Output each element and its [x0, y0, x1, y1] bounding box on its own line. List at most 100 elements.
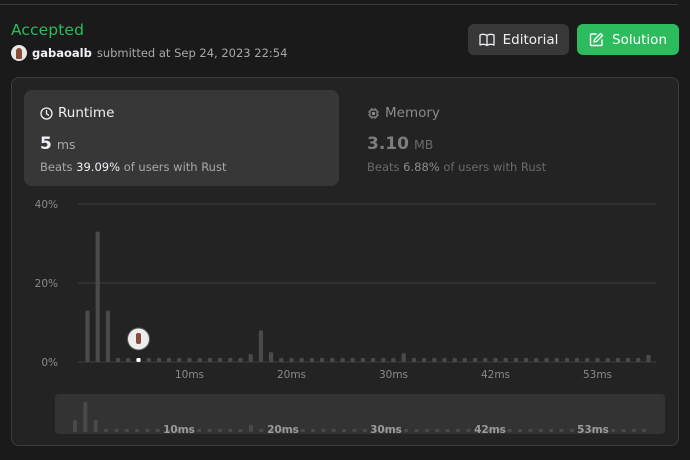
overview-bar [342, 429, 347, 432]
distribution-bar[interactable] [391, 358, 396, 362]
distribution-bar[interactable] [544, 358, 549, 362]
distribution-bar[interactable] [371, 358, 376, 362]
overview-tick-label: 30ms [370, 424, 402, 436]
overview-bar [642, 429, 647, 432]
overview-bar [538, 429, 543, 432]
distribution-bar[interactable] [473, 358, 478, 362]
overview-bar [528, 429, 533, 432]
distribution-bar[interactable] [126, 358, 131, 362]
y-tick-label: 40% [35, 199, 58, 211]
distribution-bar[interactable] [564, 358, 569, 362]
distribution-bar[interactable] [636, 358, 641, 362]
distribution-bar[interactable] [85, 310, 90, 362]
overview-bar [352, 429, 357, 432]
overview-bar [135, 429, 140, 432]
distribution-bar[interactable] [320, 358, 325, 362]
avatar-figure [136, 333, 141, 344]
distribution-bar[interactable] [279, 358, 284, 362]
distribution-bar[interactable] [197, 358, 202, 362]
overview-bar [259, 429, 264, 432]
x-tick-label: 10ms [175, 369, 204, 381]
overview-bar [217, 429, 222, 432]
distribution-bar[interactable] [146, 358, 151, 362]
distribution-bar[interactable] [534, 358, 539, 362]
overview-bar [83, 402, 88, 432]
distribution-bar[interactable] [432, 358, 437, 362]
distribution-bar[interactable] [442, 358, 447, 362]
distribution-bar[interactable] [524, 358, 529, 362]
overview-bar [569, 429, 574, 432]
overview-bar [611, 429, 616, 432]
distribution-bar[interactable] [595, 358, 600, 362]
x-tick-label: 53ms [583, 369, 612, 381]
overview-bar [424, 429, 429, 432]
overview-bar [321, 429, 326, 432]
overview-bar [300, 429, 305, 432]
overview-bar [404, 429, 409, 432]
overview-bar [518, 429, 523, 432]
distribution-bar[interactable] [646, 354, 651, 362]
distribution-bar[interactable] [411, 358, 416, 362]
distribution-bar[interactable] [218, 358, 223, 362]
overview-tick-label: 53ms [577, 424, 609, 436]
distribution-bar[interactable] [156, 358, 161, 362]
distribution-bar[interactable] [330, 358, 335, 362]
distribution-bar[interactable] [299, 358, 304, 362]
distribution-bar[interactable] [462, 358, 467, 362]
overview-bar [445, 429, 450, 432]
overview-tick-label: 42ms [474, 424, 506, 436]
distribution-bar[interactable] [248, 354, 253, 362]
distribution-bar[interactable] [289, 358, 294, 362]
overview-bar [435, 429, 440, 432]
overview-bar [114, 429, 119, 432]
distribution-bar[interactable] [605, 358, 610, 362]
distribution-bar[interactable] [483, 358, 488, 362]
distribution-bar[interactable] [350, 358, 355, 362]
overview-bar [631, 429, 636, 432]
overview-bar [73, 420, 77, 432]
distribution-bar[interactable] [309, 358, 314, 362]
distribution-bar[interactable] [452, 358, 457, 362]
distribution-bar[interactable] [554, 358, 559, 362]
distribution-bar[interactable] [95, 231, 100, 362]
overview-bar [207, 429, 212, 432]
distribution-bar[interactable] [238, 358, 243, 362]
overview-bar [197, 429, 202, 432]
distribution-bar[interactable] [187, 358, 192, 362]
distribution-bar[interactable] [381, 358, 386, 362]
x-tick-label: 30ms [379, 369, 408, 381]
distribution-bar[interactable] [167, 358, 172, 362]
distribution-bar[interactable] [401, 353, 406, 362]
overview-bar [155, 429, 160, 432]
y-tick-label: 0% [41, 357, 58, 369]
distribution-bar[interactable] [422, 358, 427, 362]
distribution-bar[interactable] [105, 310, 110, 362]
x-tick-label: 20ms [277, 369, 306, 381]
distribution-bar[interactable] [116, 358, 121, 362]
overview-bar [331, 429, 336, 432]
distribution-bar[interactable] [575, 358, 580, 362]
distribution-bar[interactable] [207, 358, 212, 362]
distribution-bar[interactable] [360, 358, 365, 362]
distribution-bar[interactable] [503, 358, 508, 362]
distribution-bar[interactable] [269, 352, 274, 362]
distribution-bar[interactable] [626, 358, 631, 362]
distribution-bar[interactable] [340, 358, 345, 362]
overview-bar [559, 429, 564, 432]
overview-bar [145, 429, 150, 432]
runtime-distribution-chart: 0% 20% 40% 10ms 20ms 30ms 42ms 53ms 10ms 20ms 30ms… [35, 199, 656, 436]
overview-bar [414, 429, 419, 432]
overview-bar [124, 429, 129, 432]
distribution-bar[interactable] [136, 358, 141, 362]
overview-bar [93, 420, 98, 432]
distribution-bar[interactable] [177, 358, 182, 362]
overview-bar [228, 429, 233, 432]
distribution-bar[interactable] [493, 358, 498, 362]
distribution-bar[interactable] [513, 358, 518, 362]
distribution-bar[interactable] [258, 330, 263, 362]
distribution-bar[interactable] [228, 358, 233, 362]
distribution-bar[interactable] [615, 358, 620, 362]
distribution-bar[interactable] [585, 358, 590, 362]
x-tick-label: 42ms [481, 369, 510, 381]
overview-bar [621, 429, 626, 432]
